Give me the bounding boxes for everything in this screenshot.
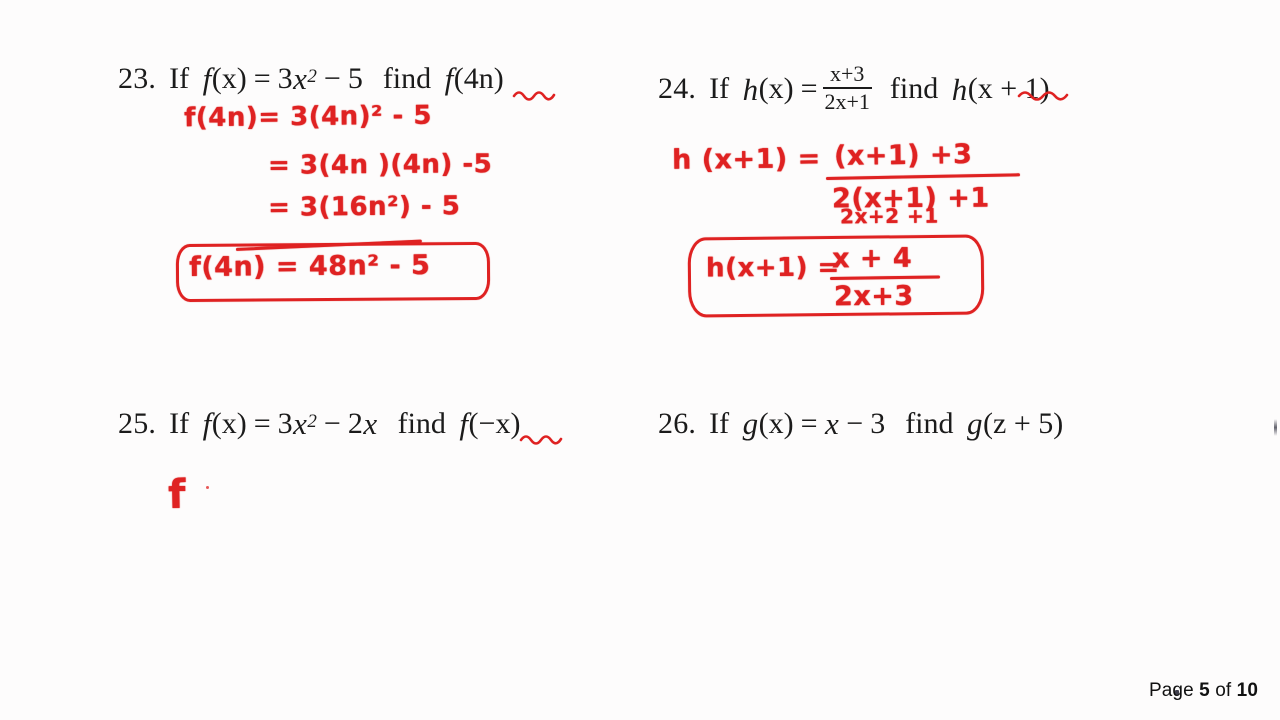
problem-25-term2-var: x — [363, 406, 378, 441]
problem-24-q-fn: h — [951, 71, 968, 107]
problem-26-find-word: find — [905, 406, 954, 440]
edge-scroll-mark — [1274, 419, 1277, 436]
problem-26-statement: 26. If g (x) = x − 3 find g (z + 5) — [658, 408, 1063, 439]
problem-23-minus: − — [323, 61, 341, 95]
problem-25-exponent: 2 — [307, 411, 317, 432]
problem-24-statement: 24. If h (x) = x+3 2x+1 find h (x + 1) — [658, 61, 1050, 115]
problem-25-number: 25. — [118, 406, 157, 440]
problem-24-number: 24. — [658, 72, 697, 106]
problem-24-find-word: find — [889, 72, 939, 106]
problem-23-work-line-1: f(4n)= 3(4n)² - 5 — [183, 100, 433, 134]
problem-24-answer-numerator: x + 4 — [831, 242, 913, 275]
problem-24-underline-squiggle — [1017, 91, 1069, 101]
footer-prefix: Page — [1148, 680, 1194, 701]
problem-23-underline-squiggle — [512, 91, 556, 101]
problem-26-if-word: If — [709, 406, 730, 440]
problem-25-minus: − — [323, 406, 341, 440]
problem-23-find-word: find — [382, 61, 432, 95]
problem-23-exponent: 2 — [307, 66, 317, 87]
problem-23-q-arg: (4n) — [453, 61, 504, 95]
problem-23-equals: = — [253, 61, 271, 95]
problem-26-fn-arg: (x) — [758, 406, 794, 440]
problem-24-answer-lhs: h(x+1) = — [705, 252, 840, 284]
footer-middle: of — [1215, 680, 1232, 701]
problem-26-number: 26. — [658, 406, 697, 440]
problem-26-equals: = — [800, 406, 818, 440]
problem-26-q-arg: (z + 5) — [983, 406, 1064, 440]
problem-24-work-fraction-bar — [825, 173, 1020, 181]
problem-24-work-denominator-expanded: 2x+2 +1 — [839, 203, 939, 229]
problem-23-constant: 5 — [347, 61, 363, 95]
problem-23-q-fn: f — [444, 61, 454, 96]
problem-24-fn-name: h — [742, 71, 759, 107]
problem-25-equals: = — [253, 406, 271, 440]
problem-25-find-word: find — [397, 406, 446, 440]
problem-25-fn-name: f — [202, 406, 212, 441]
footer-current-page: 5 — [1199, 680, 1210, 701]
problem-25-term2-coef: 2 — [347, 406, 363, 440]
problem-26-constant: 3 — [870, 406, 886, 440]
problem-24-fraction: x+3 2x+1 — [822, 61, 872, 115]
problem-26-fn-name: g — [742, 406, 759, 441]
page-footer: Page 5 of 10 — [1149, 680, 1258, 702]
problem-25-q-arg: (−x) — [468, 406, 521, 440]
problem-24-work-lhs: h (x+1) = — [671, 143, 821, 176]
problem-23-work-line-3: = 3(16n²) - 5 — [267, 191, 461, 223]
pen-tip-dot — [206, 486, 209, 489]
problem-24-answer-denominator: 2x+3 — [833, 280, 914, 313]
problem-23-var: x — [293, 61, 307, 96]
problem-25-q-fn: f — [459, 406, 469, 441]
problem-23-statement: 23. If f (x) = 3 x 2 − 5 find f (4n) — [118, 63, 504, 94]
problem-25-work-line-1: f — [167, 471, 187, 519]
problem-26-minus: − — [846, 406, 864, 440]
problem-24-work-numerator: (x+1) +3 — [833, 139, 973, 172]
problem-25-fn-arg: (x) — [211, 406, 247, 440]
footer-total-pages: 10 — [1236, 680, 1258, 701]
problem-24-if-word: If — [709, 72, 730, 106]
problem-24-numerator: x+3 — [830, 61, 865, 86]
problem-25-underline-squiggle — [519, 435, 563, 445]
worksheet-page: 23. If f (x) = 3 x 2 − 5 find f (4n) f(4… — [0, 0, 1280, 720]
problem-23-if-word: If — [169, 61, 190, 95]
problem-23-fn-arg: (x) — [211, 61, 247, 95]
problem-24-denominator: 2x+1 — [824, 89, 870, 115]
problem-25-var: x — [293, 406, 307, 441]
problem-26-var: x — [825, 406, 839, 441]
problem-25-statement: 25. If f (x) = 3 x 2 − 2 x find f (−x) — [118, 408, 520, 439]
problem-25-if-word: If — [169, 406, 190, 440]
problem-24-equals: = — [800, 72, 818, 106]
problem-23-number: 23. — [118, 61, 157, 95]
problem-24-fn-arg: (x) — [758, 72, 794, 106]
problem-23-work-line-2: = 3(4n )(4n) -5 — [267, 149, 493, 181]
problem-23-answer: f(4n) = 48n² - 5 — [188, 249, 431, 284]
problem-25-coef: 3 — [277, 406, 293, 440]
problem-26-q-fn: g — [967, 406, 983, 441]
problem-23-fn-name: f — [202, 61, 212, 96]
problem-23-coef: 3 — [277, 61, 293, 95]
